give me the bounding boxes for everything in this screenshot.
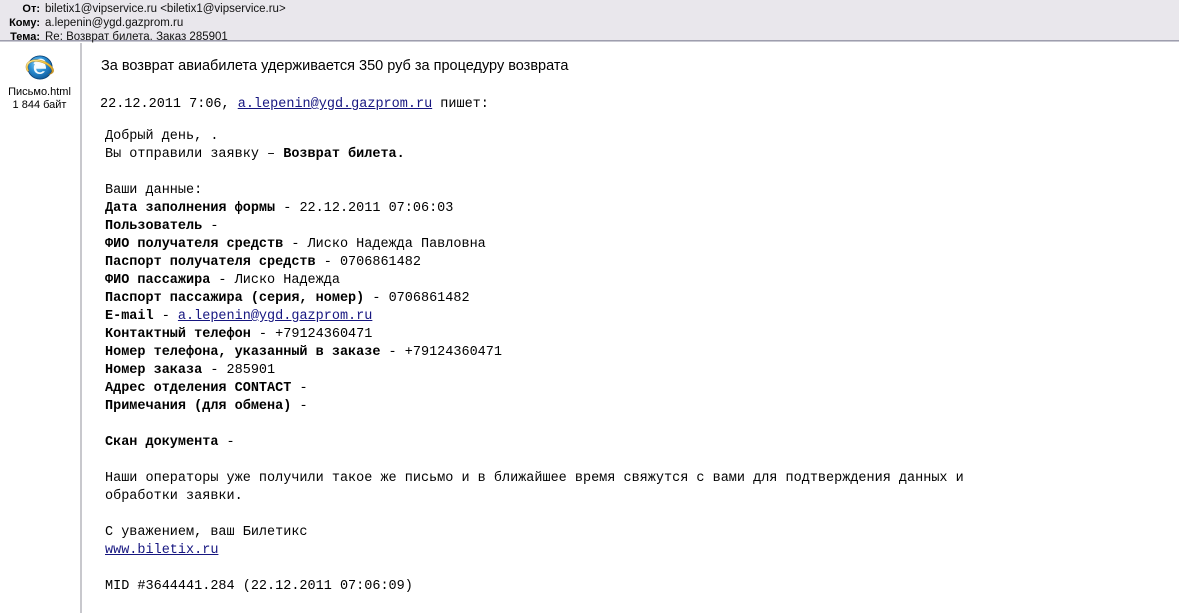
message-pane: За возврат авиабилета удерживается 350 р… xyxy=(84,43,1179,613)
field-value: 0706861482 xyxy=(388,291,470,306)
field-sep: - xyxy=(202,363,227,378)
field-sep: - xyxy=(291,399,308,414)
header-label-from: От: xyxy=(22,3,40,15)
field-sep: - xyxy=(202,219,219,234)
field-label: Адрес отделения CONTACT xyxy=(105,381,292,396)
field-row-recipient-name: ФИО получателя средств - Лиско Надежда П… xyxy=(105,236,1179,254)
field-row-order-number: Номер заказа - 285901 xyxy=(105,362,1179,380)
quote-intro-line: 22.12.2011 7:06, a.lepenin@ygd.gazprom.r… xyxy=(100,96,1179,114)
signature-line: С уважением, ваш Билетикс xyxy=(105,525,308,540)
field-value: +79124360471 xyxy=(275,327,373,342)
attachment-item[interactable]: Письмо.html 1 844 байт xyxy=(0,50,79,112)
scan-document-sep: - xyxy=(218,435,235,450)
field-label: Пользователь xyxy=(105,219,203,234)
field-sep: - xyxy=(315,255,340,270)
field-sep: - xyxy=(210,273,235,288)
request-type: Возврат билета. xyxy=(283,147,405,162)
attachment-filename: Письмо.html xyxy=(8,86,71,98)
request-line: Вы отправили заявку – Возврат билета. xyxy=(105,146,1179,164)
refund-notice: За возврат авиабилета удерживается 350 р… xyxy=(101,58,569,74)
mail-body: Письмо.html 1 844 байт За возврат авиаби… xyxy=(0,43,1179,613)
field-label: Номер телефона, указанный в заказе xyxy=(105,345,381,360)
field-row-contact-office: Адрес отделения CONTACT - xyxy=(105,380,1179,398)
header-row-to: Кому: a.lepenin@ygd.gazprom.ru xyxy=(0,17,1179,30)
field-sep: - xyxy=(153,309,178,324)
field-value: Лиско Надежда xyxy=(234,273,340,288)
field-row-date: Дата заполнения формы - 22.12.2011 07:06… xyxy=(105,200,1179,218)
field-value-email-link[interactable]: a.lepenin@ygd.gazprom.ru xyxy=(178,309,372,324)
field-label: Примечания (для обмена) xyxy=(105,399,292,414)
operators-line-2: обработки заявки. xyxy=(105,489,243,504)
mid-line: MID #3644441.284 (22.12.2011 07:06:09) xyxy=(105,579,413,594)
header-value-from: biletix1@vipservice.ru <biletix1@vipserv… xyxy=(45,3,286,15)
field-row-passenger-passport: Паспорт пассажира (серия, номер) - 07068… xyxy=(105,290,1179,308)
header-value-to: a.lepenin@ygd.gazprom.ru xyxy=(45,17,184,29)
quote-intro-suffix: пишет: xyxy=(440,97,489,112)
field-label: Номер заказа xyxy=(105,363,203,378)
site-link-row: www.biletix.ru xyxy=(105,542,1179,560)
field-sep: - xyxy=(291,381,308,396)
field-label: Паспорт получателя средств xyxy=(105,255,316,270)
field-sep: - xyxy=(283,237,308,252)
field-row-recipient-passport: Паспорт получателя средств - 0706861482 xyxy=(105,254,1179,272)
field-value: 0706861482 xyxy=(339,255,421,270)
operators-line-1: Наши операторы уже получили такое же пис… xyxy=(105,471,964,486)
header-row-from: От: biletix1@vipservice.ru <biletix1@vip… xyxy=(0,3,1179,16)
field-row-contact-phone: Контактный телефон - +79124360471 xyxy=(105,326,1179,344)
field-sep: - xyxy=(275,201,300,216)
scan-document-label: Скан документа xyxy=(105,435,219,450)
field-row-notes: Примечания (для обмена) - xyxy=(105,398,1179,416)
header-label-to: Кому: xyxy=(9,17,40,29)
field-row-user: Пользователь - xyxy=(105,218,1179,236)
quote-intro-email-link[interactable]: a.lepenin@ygd.gazprom.ru xyxy=(238,97,432,112)
field-row-email: E-mail - a.lepenin@ygd.gazprom.ru xyxy=(105,308,1179,326)
internet-explorer-icon xyxy=(25,55,54,80)
field-label: Паспорт пассажира (серия, номер) xyxy=(105,291,365,306)
field-row-passenger-name: ФИО пассажира - Лиско Надежда xyxy=(105,272,1179,290)
field-value: Лиско Надежда Павловна xyxy=(307,237,486,252)
request-prefix: Вы отправили заявку – xyxy=(105,147,284,162)
field-sep: - xyxy=(250,327,276,342)
quoted-message-body: Добрый день, . Вы отправили заявку – Воз… xyxy=(105,128,1179,596)
field-value: 285901 xyxy=(226,363,276,378)
scan-document-row: Скан документа - xyxy=(105,434,1179,452)
data-heading: Ваши данные: xyxy=(105,183,203,198)
field-label: ФИО получателя средств xyxy=(105,237,284,252)
field-value: 22.12.2011 07:06:03 xyxy=(299,201,454,216)
mail-header: От: biletix1@vipservice.ru <biletix1@vip… xyxy=(0,0,1179,43)
field-value: +79124360471 xyxy=(404,345,502,360)
field-row-order-phone: Номер телефона, указанный в заказе - +79… xyxy=(105,344,1179,362)
attachment-pane: Письмо.html 1 844 байт xyxy=(0,43,79,613)
biletix-site-link[interactable]: www.biletix.ru xyxy=(105,543,218,558)
field-label: E-mail xyxy=(105,309,154,324)
quote-intro-date: 22.12.2011 7:06, xyxy=(100,97,230,112)
attachment-filesize: 1 844 байт xyxy=(12,99,67,111)
field-label: Контактный телефон xyxy=(105,327,251,342)
field-label: Дата заполнения формы xyxy=(105,201,276,216)
field-sep: - xyxy=(364,291,389,306)
greeting-line: Добрый день, . xyxy=(105,129,219,144)
field-sep: - xyxy=(380,345,405,360)
field-label: ФИО пассажира xyxy=(105,273,211,288)
pane-splitter[interactable] xyxy=(79,43,84,613)
